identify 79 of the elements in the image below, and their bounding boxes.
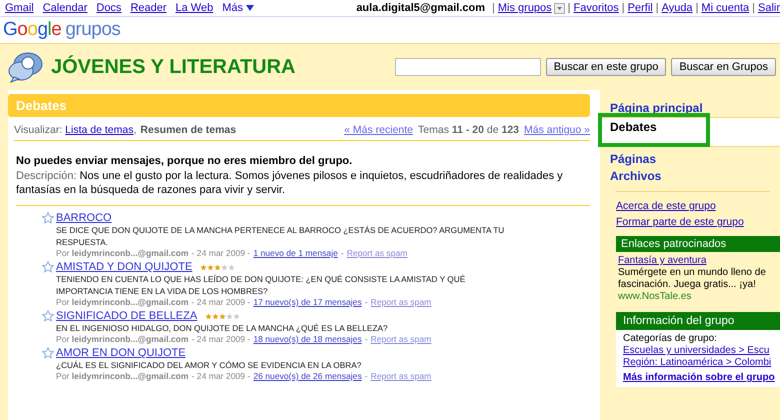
top-link[interactable]: Calendar — [42, 2, 88, 14]
sidebar-nav-item[interactable]: Archivos — [610, 168, 780, 185]
search-button[interactable]: Buscar en Grupos — [671, 58, 776, 76]
notice-text: No puedes enviar mensajes, porque no eres miembro del grupo. — [16, 155, 354, 167]
sidebar-link[interactable]: Formar parte de este grupo — [616, 214, 780, 230]
messages-link[interactable]: 1 nuevo de 1 mensaje — [253, 248, 338, 258]
separator: - — [340, 248, 344, 258]
messages-link[interactable]: 26 nuevo(s) de 26 mensajes — [253, 371, 362, 381]
newer-link[interactable]: « Más reciente — [344, 124, 414, 136]
messages-link[interactable]: 17 nuevo(s) de 17 mensajes — [253, 297, 362, 307]
account-link[interactable]: Perfil — [628, 2, 653, 14]
view-label: Visualizar: — [14, 124, 62, 136]
topic-range: Temas 11 - 20 de 123 — [418, 124, 520, 136]
separator: - — [364, 297, 368, 307]
topic-author: Por leidymrinconb...@gmail.com — [56, 334, 189, 344]
separator: | — [622, 2, 625, 14]
category-link[interactable]: Región: Latinoamérica > Colombi — [623, 357, 773, 369]
caret-icon — [246, 5, 254, 11]
top-link[interactable]: Gmail — [5, 2, 34, 14]
speech-bubbles-icon — [8, 51, 44, 83]
topic-title[interactable]: AMISTAD Y DON QUIJOTE — [56, 261, 192, 273]
topic-author: Por leidymrinconb...@gmail.com — [56, 297, 189, 307]
more-menu[interactable]: Más — [222, 2, 254, 14]
account-link[interactable]: Mi cuenta — [701, 2, 750, 14]
search-field[interactable] — [394, 58, 541, 76]
search-button[interactable]: Buscar en este grupo — [546, 58, 666, 76]
ad-text: Sumérgete en un mundo lleno de fascinación. Juega gratis... ¡ya! — [618, 267, 767, 291]
topic-summary: ¿CUÁL ES EL SIGNIFICADO DEL AMOR Y CÓMO SE EVIDENCIA EN LA OBRA? — [55, 359, 362, 371]
topic-summary: EN EL INGENIOSO HIDALGO, DON QUIJOTE DE LA MANCHA ¿QUÉ ES LA BELLEZA? — [55, 322, 389, 334]
account-email: aula.digital5@gmail.com — [356, 2, 486, 14]
dropdown-icon[interactable] — [554, 2, 565, 14]
topic-author: Por leidymrinconb...@gmail.com — [56, 371, 189, 381]
google-groups-logo[interactable]: Google grupos — [3, 19, 120, 41]
topic-summary: TENIENDO EN CUENTA LO QUE HAS LEÍDO DE DON QUIJOTE: ¿EN QUÉ CONSISTE LA AMISTAD Y QUÉ IMPORTANCIA TIENE EN LA VIDA DE LOS HOMBRES? — [55, 273, 466, 297]
panel-header: Enlaces patrocinados — [616, 236, 780, 252]
account-link[interactable]: Salir — [758, 2, 780, 14]
account-link[interactable]: Ayuda — [662, 2, 693, 14]
categories-label: Categorías de grupo: — [623, 333, 718, 345]
group-title: JÓVENES Y LITERATURA — [51, 56, 296, 78]
more-info-link[interactable]: Más información sobre el grupo — [623, 372, 773, 384]
topic-date: - 24 mar 2009 - — [192, 297, 250, 307]
topic-date: - 24 mar 2009 - — [192, 334, 250, 344]
account-link[interactable]: Favoritos — [574, 2, 619, 14]
separator: | — [568, 2, 571, 14]
separator: - — [364, 371, 368, 381]
topic-title[interactable]: AMOR EN DON QUIJOTE — [56, 347, 186, 359]
separator: , — [133, 124, 136, 136]
star-outline-icon[interactable] — [42, 310, 54, 322]
messages-link[interactable]: 18 nuevo(s) de 18 mensajes — [253, 334, 362, 344]
star-outline-icon[interactable] — [42, 347, 54, 359]
sidebar-nav-item[interactable]: Página principal — [610, 100, 780, 117]
separator: | — [656, 2, 659, 14]
topic-summary: SE DICE QUE DON QUIJOTE DE LA MANCHA PERTENECE AL BARROCO ¿ESTÁS DE ACUERDO? ARGUMENTA TU RESPUESTA. — [55, 224, 506, 248]
ad-url: www.NosTale.es — [618, 291, 692, 303]
topic-title[interactable]: BARROCO — [56, 212, 112, 224]
topic-date: - 24 mar 2009 - — [192, 371, 250, 381]
view-option[interactable]: Lista de temas — [65, 124, 134, 136]
separator: | — [492, 2, 495, 14]
star-outline-icon[interactable] — [42, 212, 54, 224]
separator: | — [696, 2, 698, 14]
topic-date: - 24 mar 2009 - — [192, 248, 250, 258]
older-link[interactable]: Más antiguo » — [524, 124, 590, 136]
top-link[interactable]: Reader — [130, 2, 167, 14]
ad-title[interactable]: Fantasía y aventura — [618, 255, 706, 266]
panel-header: Información del grupo — [616, 312, 780, 330]
top-link[interactable]: Docs — [96, 2, 122, 14]
star-outline-icon[interactable] — [42, 261, 54, 273]
topic-title[interactable]: SIGNIFICADO DE BELLEZA — [56, 310, 198, 322]
sidebar-link[interactable]: Acerca de este grupo — [616, 198, 780, 214]
separator: | — [752, 2, 755, 14]
separator: - — [364, 334, 368, 344]
topic-author: Por leidymrinconb...@gmail.com — [56, 248, 189, 258]
category-link[interactable]: Escuelas y universidades > Escu — [623, 345, 773, 357]
top-link[interactable]: La Web — [176, 2, 214, 14]
account-link[interactable]: Mis grupos — [498, 2, 552, 14]
description-text: Descripción: Nos une el gusto por la lectura. Somos jóvenes pilosos e inquietos, escudriñadores de realidades y fantasías en la búsqueda de razones para vivir y servir. — [16, 169, 564, 197]
sidebar-nav-item[interactable]: Páginas — [610, 151, 780, 168]
view-option: Resumen de temas — [140, 124, 236, 136]
section-header: Debates — [8, 94, 590, 117]
